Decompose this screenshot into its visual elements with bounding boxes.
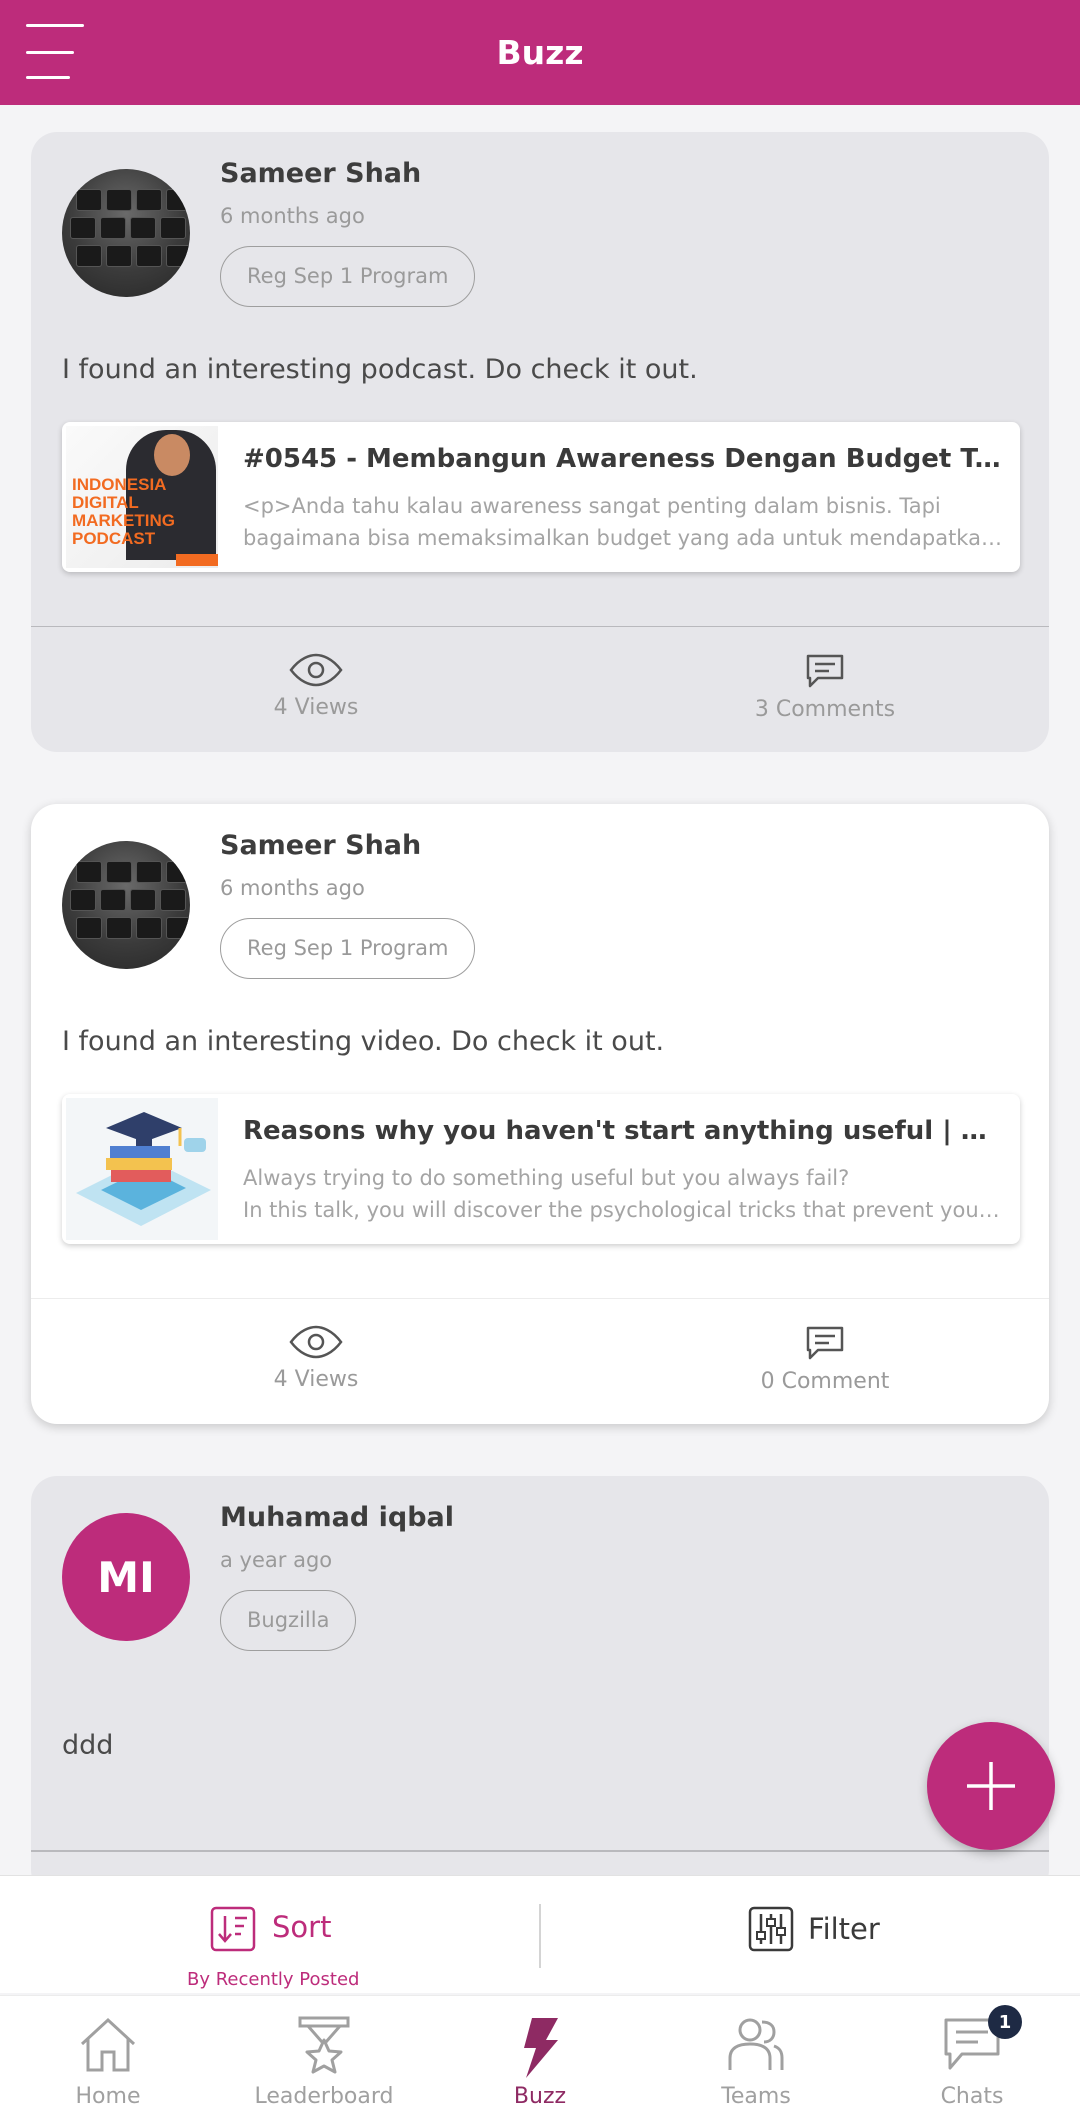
author-name[interactable]: Muhamad iqbal [220,1502,454,1533]
sort-label: Sort [272,1910,332,1944]
comment-icon [806,1326,844,1360]
comments-stat[interactable]: 0 Comment [675,1325,975,1394]
filter-label: Filter [808,1912,880,1946]
link-description-line: In this talk, you will discover the psyc… [243,1198,1003,1222]
comments-stat[interactable]: 3 Comments [675,653,975,722]
post-text: I found an interesting video. Do check i… [62,1026,665,1057]
tab-leaderboard[interactable]: Leaderboard [216,1996,432,2121]
link-preview[interactable]: INDONESIA DIGITAL MARKETING PODCAST #054… [62,422,1020,572]
post-text: ddd [62,1730,114,1761]
video-thumbnail [66,1098,218,1240]
program-tag[interactable]: Reg Sep 1 Program [220,918,476,979]
post-card[interactable]: Sameer Shah 6 months ago Reg Sep 1 Progr… [31,132,1049,752]
page-title: Buzz [496,33,584,72]
divider [539,1904,541,1968]
podcast-thumbnail: INDONESIA DIGITAL MARKETING PODCAST [66,426,218,568]
plus-icon [967,1762,1015,1810]
tab-buzz[interactable]: Buzz [432,1996,648,2121]
post-footer: 4 Views 0 Comment [31,1298,1049,1424]
people-icon [728,2018,784,2070]
tab-chats[interactable]: 1 Chats [864,1996,1080,2121]
comments-count: 0 Comment [760,1369,890,1394]
post-time: 6 months ago [220,204,365,228]
divider [31,1850,1049,1852]
tab-home[interactable]: Home [0,1996,216,2121]
eye-icon [289,1325,343,1359]
views-stat[interactable]: 4 Views [166,653,466,720]
link-title: #0545 - Membangun Awareness Dengan Budge… [243,444,1003,474]
tab-teams[interactable]: Teams [648,1996,864,2121]
trophy-star-icon [298,2016,350,2074]
post-time: a year ago [220,1548,333,1572]
link-description: Always trying to do something useful but… [243,1162,1003,1226]
avatar[interactable] [62,169,190,297]
program-tag[interactable]: Reg Sep 1 Program [220,246,476,307]
post-card[interactable]: MI Muhamad iqbal a year ago Bugzilla ddd [31,1476,1049,1896]
eye-icon [289,653,343,687]
add-post-button[interactable] [927,1722,1055,1850]
link-title: Reasons why you haven't start anything u… [243,1116,1003,1146]
link-description-line: Always trying to do something useful but… [243,1166,850,1190]
comments-count: 3 Comments [754,697,896,722]
tab-label: Leaderboard [254,2084,394,2109]
top-app-bar: Buzz [0,0,1080,105]
post-card[interactable]: Sameer Shah 6 months ago Reg Sep 1 Progr… [31,804,1049,1424]
link-preview[interactable]: Reasons why you haven't start anything u… [62,1094,1020,1244]
post-text: I found an interesting podcast. Do check… [62,354,698,385]
views-count: 4 Views [273,695,359,720]
bottom-tab-bar: Home Leaderboard Buzz Teams 1 Chats [0,1995,1080,2121]
sort-subtitle: By Recently Posted [187,1969,360,1990]
author-name[interactable]: Sameer Shah [220,158,421,189]
post-time: 6 months ago [220,876,365,900]
program-tag[interactable]: Bugzilla [220,1590,357,1651]
lightning-icon [524,2018,558,2078]
post-footer: 4 Views 3 Comments [31,626,1049,752]
avatar[interactable] [62,841,190,969]
menu-icon[interactable] [26,24,84,80]
link-description-line: <p>Anda tahu kalau awareness sangat pent… [243,494,941,518]
tab-label: Buzz [513,2084,567,2109]
filter-sliders-icon [748,1906,794,1952]
tab-label: Chats [940,2084,1004,2109]
unread-badge: 1 [988,2005,1022,2039]
tab-label: Teams [721,2084,791,2109]
home-icon [80,2017,136,2072]
author-name[interactable]: Sameer Shah [220,830,421,861]
sort-icon [210,1906,256,1952]
views-count: 4 Views [273,1367,359,1392]
avatar[interactable]: MI [62,1513,190,1641]
link-description-line: bagaimana bisa memaksimalkan budget yang… [243,526,1003,550]
sort-filter-bar: Sort By Recently Posted Filter [0,1875,1080,1993]
link-description: <p>Anda tahu kalau awareness sangat pent… [243,490,1003,554]
tab-label: Home [75,2084,141,2109]
comment-icon [806,654,844,688]
views-stat[interactable]: 4 Views [166,1325,466,1392]
thumbnail-text: INDONESIA DIGITAL MARKETING PODCAST [72,475,175,548]
